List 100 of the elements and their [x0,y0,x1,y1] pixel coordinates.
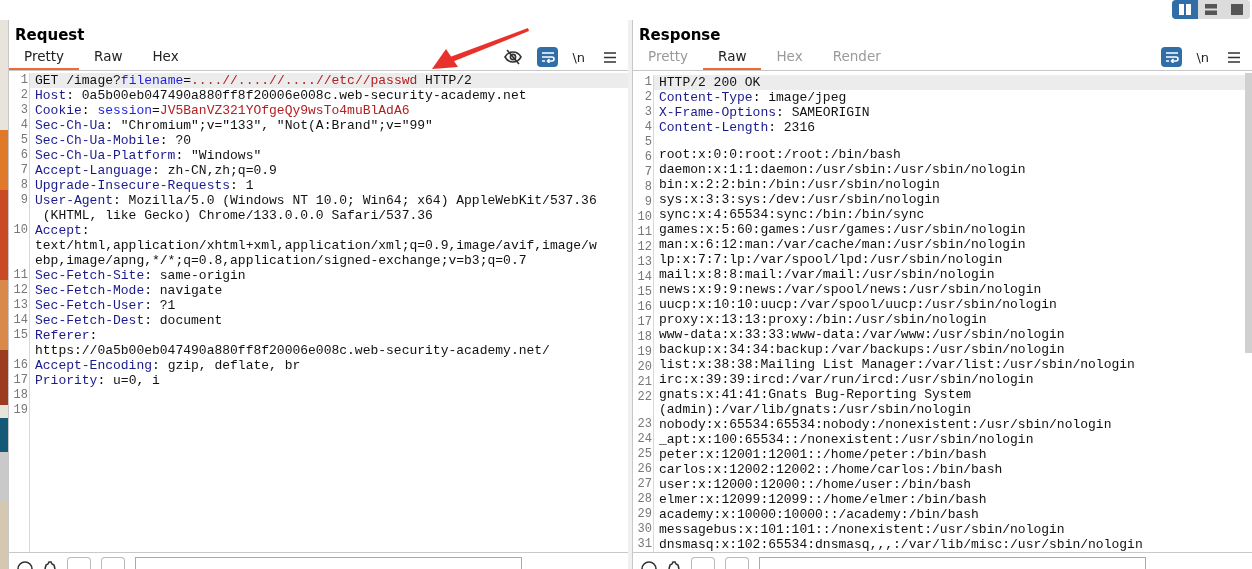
scrollbar-thumb[interactable] [1245,73,1252,353]
code-line: Referer: [34,328,99,343]
code-line: lp:x:7:7:lp:/var/spool/lpd:/usr/sbin/nologin [658,252,1004,267]
line-number: 19 [636,345,652,360]
line-number: 31 [636,537,652,552]
code-line: www-data:x:33:33:www-data:/var/www:/usr/sbin/nologin [658,327,1066,342]
code-line: Accept-Language: zh-CN,zh;q=0.9 [34,163,278,178]
line-number: 3 [643,105,652,120]
code-line: (KHTML, like Gecko) Chrome/133.0.0.0 Safari/537.36 [41,208,434,223]
line-number: 15 [636,285,652,300]
eye-off-icon[interactable] [502,47,524,67]
line-number: 7 [19,163,28,178]
view-tab[interactable]: Pretty [9,44,80,70]
square-icon [1231,4,1243,15]
line-number: 12 [636,240,652,255]
line-number: 23 [636,417,652,432]
code-line: Sec-Ch-Ua: "Chromium";v="133", "Not(A:Brand";v="99" [34,118,434,133]
line-number: 6 [19,148,28,163]
newline-button[interactable]: \n [1196,49,1209,65]
code-line: irc:x:39:39:ircd:/var/run/ircd:/usr/sbin/nologin [658,372,1035,387]
code-line: academy:x:10000:10000::/academy:/bin/bash [658,507,980,522]
help-icon[interactable] [17,561,33,569]
line-number: 16 [12,358,28,373]
line-number: 9 [643,195,652,210]
wrap-button[interactable] [537,47,559,67]
wrap-button[interactable] [1161,47,1183,67]
settings-icon[interactable] [667,561,681,569]
line-number: 2 [643,90,652,105]
line-number: 5 [19,133,28,148]
line-number: 13 [636,255,652,270]
code-line: man:x:6:12:man:/var/cache/man:/usr/sbin/nologin [658,237,1027,252]
line-number: 20 [636,360,652,375]
code-line: gnats:x:41:41:Gnats Bug-Reporting System [658,387,973,402]
line-number: 14 [12,313,28,328]
columns-icon [1179,4,1191,15]
code-line: elmer:x:12099:12099::/home/elmer:/bin/bash [658,492,988,507]
line-number: 4 [643,120,652,135]
view-tab[interactable]: Hex [137,44,194,70]
line-number: 26 [636,462,652,477]
line-number: 16 [636,300,652,315]
line-number: 21 [636,375,652,390]
wrap-icon [1164,51,1179,63]
code-line: sys:x:3:3:sys:/dev:/usr/sbin/nologin [658,192,941,207]
rows-icon [1205,4,1217,15]
code-line: X-Frame-Options: SAMEORIGIN [658,105,871,120]
line-number: 18 [12,388,28,403]
wrap-icon [540,51,555,63]
code-line: Sec-Fetch-Mode: navigate [34,283,224,298]
line-number: 30 [636,522,652,537]
code-line: user:x:12000:12000::/home/user:/bin/bash [658,477,973,492]
code-line: Sec-Ch-Ua-Mobile: ?0 [34,133,193,148]
code-line: messagebus:x:101:101::/nonexistent:/usr/sbin/nologin [658,522,1066,537]
line-number: 3 [19,103,28,118]
line-number: 4 [19,118,28,133]
code-line: proxy:x:13:13:proxy:/bin:/usr/sbin/nologin [658,312,988,327]
newline-button[interactable]: \n [572,49,585,65]
code-line: mail:x:8:8:mail:/var/mail:/usr/sbin/nologin [658,267,996,282]
search-field[interactable] [759,557,1146,569]
code-line: Content-Length: 2316 [658,120,817,135]
code-line: _apt:x:100:65534::/nonexistent:/usr/sbin/nologin [658,432,1035,447]
line-number: 1 [19,73,28,88]
line-number: 29 [636,507,652,522]
view-tab[interactable]: Raw [79,44,138,70]
line-number: 10 [636,210,652,225]
code-line: Sec-Fetch-Site: same-origin [34,268,247,283]
layout-toggle[interactable] [1172,0,1198,19]
code-line: news:x:9:9:news:/var/spool/news:/usr/sbin/nologin [658,282,1043,297]
line-number: 19 [12,403,28,418]
line-number: 8 [643,180,652,195]
settings-icon[interactable] [43,561,57,569]
line-number: 12 [12,283,28,298]
code-line: Upgrade-Insecure-Requests: 1 [34,178,255,193]
line-number: 28 [636,492,652,507]
code-line: Accept-Encoding: gzip, deflate, br [34,358,302,373]
help-icon[interactable] [641,561,657,569]
view-tab[interactable]: Raw [703,44,762,70]
code-line: carlos:x:12002:12002::/home/carlos:/bin/bash [658,462,1004,477]
code-line: daemon:x:1:1:daemon:/usr/sbin:/usr/sbin/nologin [658,162,1027,177]
code-line: dnsmasq:x:102:65534:dnsmasq,,,:/var/lib/misc:/usr/sbin/nologin [658,537,1144,552]
line-number: 15 [12,328,28,343]
line-number: 10 [12,223,28,238]
code-line: root:x:0:0:root:/root:/bin/bash [658,147,902,162]
line-number: 9 [19,193,28,208]
code-line: uucp:x:10:10:uucp:/var/spool/uucp:/usr/sbin/nologin [658,297,1058,312]
line-number: 7 [643,165,652,180]
line-number: 17 [636,315,652,330]
code-line: list:x:38:38:Mailing List Manager:/var/list:/usr/sbin/nologin [658,357,1136,372]
search-field[interactable] [135,557,522,569]
code-line: Content-Type: image/jpeg [658,90,848,105]
code-line: Host: 0a5b00eb047490a880ff8f20006e008c.web-security-academy.net [34,88,528,103]
line-number: 11 [12,268,28,283]
line-number: 11 [636,225,652,240]
line-number: 24 [636,432,652,447]
code-line: https://0a5b00eb047490a880ff8f20006e008c.web-security-academy.net/ [34,343,551,358]
code-line: backup:x:34:34:backup:/var/backups:/usr/sbin/nologin [658,342,1066,357]
code-line: (admin):/var/lib/gnats:/usr/sbin/nologin [658,402,973,417]
line-number: 1 [643,75,652,90]
line-number: 17 [12,373,28,388]
code-line: bin:x:2:2:bin:/bin:/usr/sbin/nologin [658,177,941,192]
line-number: 27 [636,477,652,492]
